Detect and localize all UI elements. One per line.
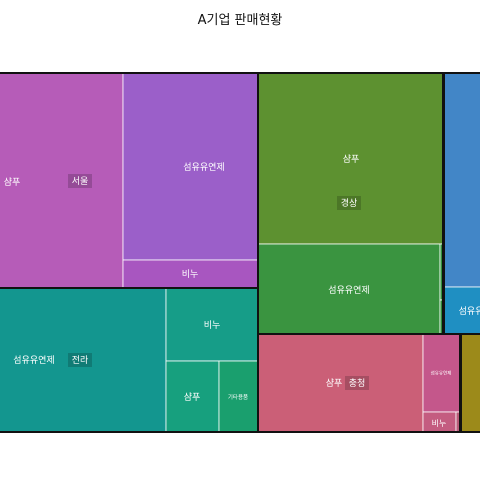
treemap-tiles [0,72,480,433]
product-label: 샴푸 [343,154,360,165]
product-label: 섬유유연제 [13,355,54,366]
product-label: 비누 [204,320,221,331]
product-label: 섬유유연제 [431,370,452,377]
treemap-chart: A기업 판매현황 샴푸섬유유연제비누서울샴푸섬유유연제경상섬유유연제비누샴푸 기타… [0,13,480,433]
region-label: 서울 [72,176,89,187]
product-label: 섬유유 [459,306,480,317]
region-label: 충청 [349,378,366,389]
tile-group5-item0 [459,333,480,433]
product-label: 섬유유연제 [328,285,369,296]
product-label: 기타용품 [228,393,248,401]
product-label: 샴푸 [184,392,201,403]
region-label: 전라 [72,355,89,366]
product-label: 비누 [182,269,199,280]
product-label: 샴푸 [326,378,343,389]
chart-title: A기업 판매현황 [198,13,283,28]
product-label: 섬유유연제 [183,162,224,173]
tile-group4-item0 [442,72,480,288]
region-label: 경상 [341,197,358,209]
product-label: 샴푸 [4,177,21,188]
product-label: 비누 [432,419,447,428]
